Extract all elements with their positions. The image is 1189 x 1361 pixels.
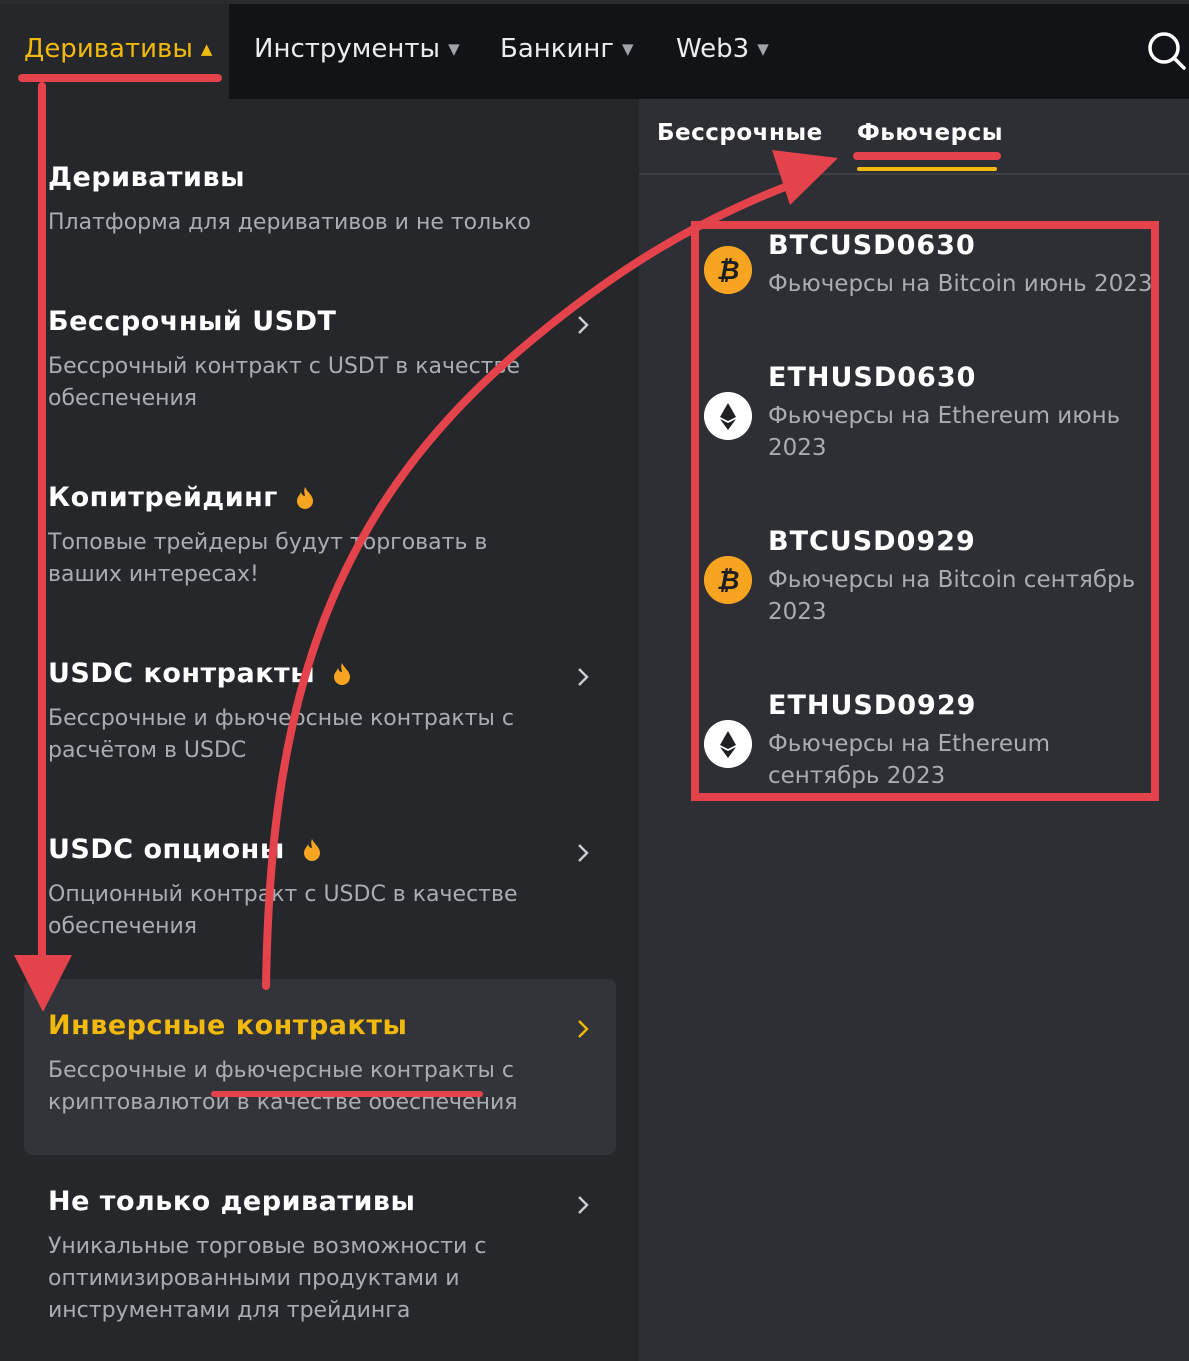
menu-item-usdc-contracts[interactable]: USDC контракты Бессрочные и фьючерсные к… (48, 658, 608, 767)
menu-item-usdt-perpetual[interactable]: Бессрочный USDT Бессрочный контракт с US… (48, 306, 608, 415)
chevron-right-icon (578, 1196, 589, 1214)
menu-item-title: Инверсные контракты (48, 1010, 408, 1041)
menu-item-usdc-options[interactable]: USDC опционы Опционный контракт с USDC в… (48, 834, 608, 943)
chevron-right-icon (578, 1020, 589, 1038)
chevron-right-icon (578, 668, 589, 686)
nav-item-label: Web3 (676, 34, 750, 64)
futures-symbol: BTCUSD0630 (768, 230, 976, 261)
nav-item-derivatives[interactable]: Деривативы ▲ (24, 34, 212, 64)
menu-item-description: Платформа для деривативов и не только (48, 210, 531, 235)
tab-active-indicator (857, 167, 997, 171)
tab-futures[interactable]: Фьючерсы (857, 120, 1003, 146)
caret-down-icon: ▼ (622, 40, 634, 58)
tabs-divider (639, 173, 1189, 175)
menu-item-derivatives[interactable]: Деривативы Платформа для деривативов и н… (48, 162, 608, 239)
nav-item-label: Инструменты (254, 34, 441, 64)
caret-down-icon: ▼ (757, 40, 769, 58)
menu-item-title: USDC опционы (48, 834, 285, 865)
futures-symbol: ETHUSD0929 (768, 690, 977, 721)
nav-item-web3[interactable]: Web3 ▼ (676, 34, 769, 64)
menu-item-description: Топовые трейдеры будут торговать в ваших… (48, 530, 488, 587)
futures-symbol: ETHUSD0630 (768, 362, 977, 393)
svg-text:₿: ₿ (717, 256, 740, 286)
menu-item-description: Уникальные торговые возможности с оптими… (48, 1234, 487, 1323)
tab-perpetual[interactable]: Бессрочные (657, 120, 823, 146)
caret-up-icon: ▲ (200, 40, 213, 58)
fire-icon (303, 838, 320, 861)
eth-icon (704, 392, 752, 440)
chevron-right-icon (578, 844, 589, 862)
eth-icon (704, 720, 752, 768)
fire-icon (296, 486, 313, 509)
nav-item-label: Деривативы (24, 34, 193, 64)
menu-item-description: Бессрочные и фьючерсные контракты с крип… (48, 1058, 518, 1115)
nav-item-banking[interactable]: Банкинг ▼ (500, 34, 634, 64)
menu-item-description: Опционный контракт с USDC в качестве обе… (48, 882, 518, 939)
menu-item-title: Бессрочный USDT (48, 306, 337, 337)
menu-item-description: Бессрочный контракт с USDT в качестве об… (48, 354, 520, 411)
futures-symbol: BTCUSD0929 (768, 526, 976, 557)
caret-down-icon: ▼ (448, 40, 460, 58)
nav-item-tools[interactable]: Инструменты ▼ (254, 34, 460, 64)
menu-item-inverse-contracts[interactable]: Инверсные контракты Бессрочные и фьючерс… (48, 1010, 608, 1119)
futures-description: Фьючерсы на Bitcoin июнь 2023 (768, 271, 1153, 297)
menu-item-copytrading[interactable]: Копитрейдинг Топовые трейдеры будут торг… (48, 482, 608, 591)
futures-description: Фьючерсы на Bitcoin сентябрь 2023 (768, 567, 1136, 625)
fire-icon (334, 662, 351, 685)
chevron-right-icon (578, 316, 589, 334)
futures-description: Фьючерсы на Ethereum июнь 2023 (768, 403, 1121, 461)
menu-item-title: Не только деривативы (48, 1186, 416, 1217)
nav-item-label: Банкинг (500, 34, 615, 64)
menu-item-description: Бессрочные и фьючерсные контракты с расч… (48, 706, 514, 763)
top-navigation-bar: Деривативы ▲ Инструменты ▼ Банкинг ▼ Web… (0, 0, 1189, 99)
menu-item-title: Копитрейдинг (48, 482, 278, 513)
btc-icon: ₿ (704, 246, 752, 294)
svg-text:₿: ₿ (717, 566, 740, 596)
menu-item-title: USDC контракты (48, 658, 316, 689)
menu-item-beyond-derivatives[interactable]: Не только деривативы Уникальные торговые… (48, 1186, 608, 1327)
futures-description: Фьючерсы на Ethereum сентябрь 2023 (768, 731, 1050, 789)
btc-icon: ₿ (704, 556, 752, 604)
search-icon[interactable] (1146, 30, 1186, 70)
menu-item-title: Деривативы (48, 162, 245, 193)
